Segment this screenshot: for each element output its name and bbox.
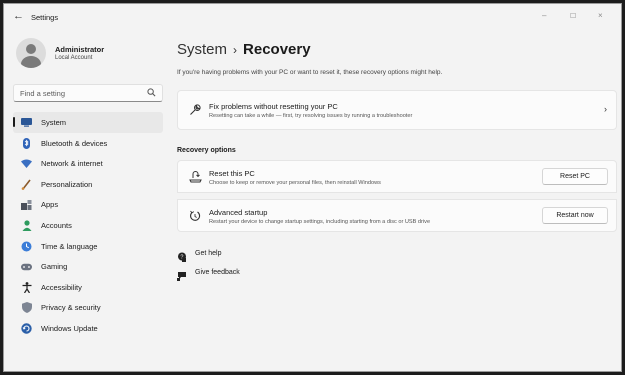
card-title: Advanced startup [209, 208, 268, 217]
help-icon: ? [177, 249, 187, 262]
feedback-icon [177, 268, 187, 281]
sidebar-item-label: Gaming [41, 262, 68, 272]
reset-pc-card: Reset this PC Choose to keep or remove y… [177, 160, 617, 193]
sidebar-nav: System Bluetooth & devices Network & int… [13, 112, 163, 339]
advanced-startup-card: Advanced startup Restart your device to … [177, 199, 617, 232]
shield-icon [21, 302, 32, 314]
wrench-icon [188, 103, 202, 117]
update-icon [21, 323, 32, 334]
svg-text:?: ? [180, 254, 183, 260]
sidebar-item-label: Network & internet [41, 159, 103, 169]
section-heading: Recovery options [177, 147, 236, 154]
sidebar-item-system[interactable]: System [13, 112, 163, 133]
user-account-type: Local Account [55, 55, 93, 61]
person-icon [21, 220, 32, 231]
link-label: Get help [195, 250, 222, 257]
user-name: Administrator [55, 45, 105, 54]
breadcrumb: System › Recovery [177, 41, 311, 58]
sidebar-item-apps[interactable]: Apps [13, 194, 163, 215]
card-title: Fix problems without resetting your PC [209, 102, 338, 111]
maximize-button[interactable]: ☐ [570, 12, 576, 20]
sidebar-item-network[interactable]: Network & internet [13, 153, 163, 174]
sidebar-item-label: Bluetooth & devices [41, 138, 108, 148]
system-icon [21, 117, 32, 128]
page-title: Recovery [243, 41, 311, 58]
breadcrumb-parent[interactable]: System [177, 41, 227, 58]
reset-pc-icon [188, 170, 202, 184]
accessibility-icon [21, 281, 32, 293]
wifi-icon [21, 158, 32, 169]
sidebar-item-personalization[interactable]: Personalization [13, 174, 163, 195]
page-description: If you're having problems with your PC o… [177, 69, 443, 76]
sidebar-item-windows-update[interactable]: Windows Update [13, 318, 163, 339]
sidebar-item-accessibility[interactable]: Accessibility [13, 277, 163, 298]
app-title: Settings [31, 13, 59, 22]
minimize-button[interactable]: – [542, 11, 546, 20]
fix-problems-card[interactable]: Fix problems without resetting your PC R… [177, 90, 617, 130]
brush-icon [21, 179, 32, 190]
sidebar-item-label: Time & language [41, 241, 98, 251]
sidebar-item-label: Windows Update [41, 323, 98, 333]
sidebar-item-time-language[interactable]: Time & language [13, 236, 163, 257]
avatar[interactable] [16, 38, 46, 68]
search-placeholder: Find a setting [20, 89, 66, 98]
card-description: Resetting can take a while — first, try … [209, 113, 413, 119]
globe-clock-icon [21, 241, 32, 252]
settings-window: ← Settings – ☐ × Administrator Local Acc… [3, 3, 622, 372]
search-input[interactable]: Find a setting [13, 84, 163, 102]
restart-now-button[interactable]: Restart now [542, 207, 608, 224]
sidebar-item-label: Apps [41, 200, 59, 210]
title-bar: ← Settings – ☐ × [4, 4, 621, 32]
reset-pc-button[interactable]: Reset PC [542, 168, 608, 185]
avatar-head-shape [26, 44, 36, 54]
card-title: Reset this PC [209, 169, 255, 178]
card-description: Choose to keep or remove your personal f… [209, 180, 381, 186]
sidebar-item-label: System [41, 118, 67, 127]
active-indicator [13, 117, 15, 127]
sidebar-item-label: Personalization [41, 179, 93, 189]
apps-icon [21, 199, 32, 210]
sidebar-item-label: Accessibility [41, 282, 82, 292]
restart-icon [188, 209, 202, 223]
sidebar-item-bluetooth[interactable]: Bluetooth & devices [13, 133, 163, 154]
card-description: Restart your device to change startup se… [209, 219, 431, 225]
sidebar-item-accounts[interactable]: Accounts [13, 215, 163, 236]
chevron-right-icon: › [604, 104, 607, 114]
sidebar-item-privacy-security[interactable]: Privacy & security [13, 297, 163, 318]
search-icon [147, 88, 156, 99]
sidebar-item-gaming[interactable]: Gaming [13, 256, 163, 277]
sidebar-item-label: Accounts [41, 220, 72, 230]
close-button[interactable]: × [598, 11, 603, 20]
avatar-body-shape [21, 56, 41, 68]
sidebar-item-label: Privacy & security [41, 303, 101, 313]
breadcrumb-separator: › [233, 43, 238, 57]
gamepad-icon [21, 261, 32, 272]
link-label: Give feedback [195, 269, 240, 276]
bluetooth-icon [21, 137, 32, 149]
back-arrow-icon[interactable]: ← [13, 10, 24, 22]
